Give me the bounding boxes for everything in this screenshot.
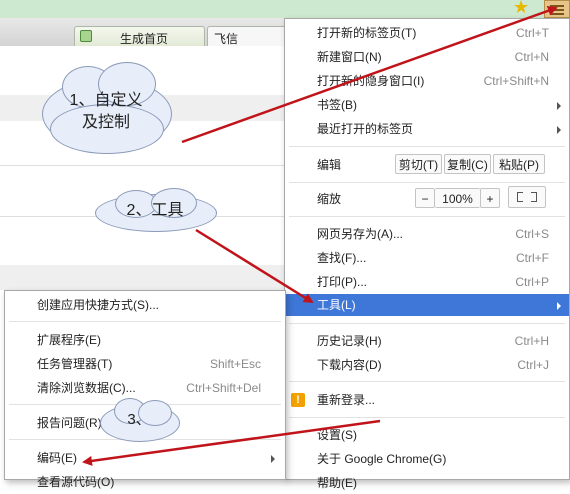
browser-toolbar: ★ — [0, 0, 570, 19]
zoom-in-button[interactable]: + — [480, 188, 500, 208]
customize-control-button[interactable] — [544, 0, 570, 18]
callout-text: 3、 — [127, 411, 151, 428]
menu-separator — [289, 417, 565, 418]
menu-item-sign-in-again[interactable]: ! 重新登录... — [285, 389, 569, 411]
menu-item-label: 扩展程序(E) — [37, 333, 101, 347]
zoom-level: 100% — [435, 188, 480, 208]
callout-text: 2、工具 — [126, 202, 184, 219]
callout-text: 1、自定义 及控制 — [69, 92, 143, 131]
menu-item-label: 创建应用快捷方式(S)... — [37, 298, 159, 312]
menu-separator — [289, 182, 565, 183]
menu-item-label: 工具(L) — [317, 298, 356, 312]
menu-separator — [9, 321, 281, 322]
menu-item-label: 最近打开的标签页 — [317, 122, 414, 136]
tab-fetion[interactable]: 飞信 — [207, 26, 287, 46]
menu-item-label: 编辑 — [317, 158, 342, 172]
menu-item-shortcut: Ctrl+H — [514, 334, 549, 348]
cut-button[interactable]: 剪切(T) — [395, 154, 442, 174]
menu-item-new-tab[interactable]: 打开新的标签页(T) Ctrl+T — [285, 22, 569, 44]
chrome-main-menu: 打开新的标签页(T) Ctrl+T 新建窗口(N) Ctrl+N 打开新的隐身窗… — [284, 18, 570, 490]
tab-label: 飞信 — [214, 32, 239, 46]
fullscreen-button[interactable] — [508, 186, 546, 208]
menu-item-about-chrome[interactable]: 关于 Google Chrome(G) — [285, 448, 569, 470]
tab-generate-home[interactable]: 生成首页 — [74, 26, 205, 46]
menu-item-shortcut: Shift+Esc — [209, 357, 261, 371]
menu-item-label: 重新登录... — [317, 393, 376, 407]
menu-item-new-window[interactable]: 新建窗口(N) Ctrl+N — [285, 46, 569, 68]
zoom-out-button[interactable]: − — [415, 188, 435, 208]
bookmark-star-icon[interactable]: ★ — [513, 0, 529, 17]
menu-item-shortcut: Ctrl+Shift+Del — [186, 381, 261, 395]
menu-row-edit: 编辑 剪切(T) 复制(C) 粘贴(P) — [285, 153, 569, 177]
menu-item-label: 网页另存为(A)... — [317, 227, 403, 241]
menu-item-label: 查找(F)... — [317, 251, 367, 265]
menu-item-label: 书签(B) — [317, 98, 357, 112]
menu-item-task-manager[interactable]: 任务管理器(T) Shift+Esc — [5, 353, 285, 375]
menu-item-shortcut: Ctrl+F — [516, 251, 549, 265]
menu-item-bookmarks[interactable]: 书签(B) — [285, 94, 569, 116]
submenu-arrow-icon — [557, 302, 561, 310]
menu-item-label: 关于 Google Chrome(G) — [317, 452, 447, 466]
menu-separator — [289, 323, 565, 324]
menu-item-settings[interactable]: 设置(S) — [285, 424, 569, 446]
page-divider — [0, 165, 300, 166]
menu-item-label: 打印(P)... — [317, 275, 367, 289]
tools-submenu: 创建应用快捷方式(S)... 扩展程序(E) 任务管理器(T) Shift+Es… — [4, 290, 286, 489]
menu-item-label: 编码(E) — [37, 451, 77, 465]
callout-encoding: 3、 — [100, 398, 180, 444]
callout-tools: 2、工具 — [95, 188, 217, 235]
menu-item-create-shortcut[interactable]: 创建应用快捷方式(S)... — [5, 294, 285, 316]
menu-item-view-source[interactable]: 查看源代码(O) — [5, 471, 285, 493]
menu-item-label: 缩放 — [317, 192, 342, 206]
menu-item-label: 历史记录(H) — [317, 334, 382, 348]
menu-item-downloads[interactable]: 下载内容(D) Ctrl+J — [285, 354, 569, 376]
menu-item-label: 新建窗口(N) — [317, 50, 382, 64]
menu-item-shortcut: Ctrl+T — [516, 26, 549, 40]
menu-item-recent-tabs[interactable]: 最近打开的标签页 — [285, 118, 569, 140]
menu-item-label: 任务管理器(T) — [37, 357, 113, 371]
menu-item-label: 设置(S) — [317, 428, 357, 442]
menu-item-incognito[interactable]: 打开新的隐身窗口(I) Ctrl+Shift+N — [285, 70, 569, 92]
copy-button[interactable]: 复制(C) — [444, 154, 491, 174]
menu-item-shortcut: Ctrl+N — [514, 50, 549, 64]
menu-item-encoding[interactable]: 编码(E) — [5, 447, 285, 469]
menu-item-shortcut: Ctrl+P — [515, 275, 549, 289]
menu-item-label: 查看源代码(O) — [37, 475, 115, 489]
menu-separator — [289, 381, 565, 382]
menu-item-save-page[interactable]: 网页另存为(A)... Ctrl+S — [285, 223, 569, 245]
menu-item-extensions[interactable]: 扩展程序(E) — [5, 329, 285, 351]
warning-icon: ! — [291, 393, 305, 407]
menu-separator — [289, 146, 565, 147]
submenu-arrow-icon — [557, 102, 561, 110]
menu-item-print[interactable]: 打印(P)... Ctrl+P — [285, 271, 569, 293]
menu-item-label: 打开新的隐身窗口(I) — [317, 74, 425, 88]
menu-separator — [289, 216, 565, 217]
page-favicon-icon — [80, 30, 92, 42]
menu-item-shortcut: Ctrl+Shift+N — [483, 74, 549, 88]
menu-item-find[interactable]: 查找(F)... Ctrl+F — [285, 247, 569, 269]
paste-button[interactable]: 粘贴(P) — [493, 154, 545, 174]
menu-item-label: 打开新的标签页(T) — [317, 26, 417, 40]
tab-label: 生成首页 — [120, 32, 169, 46]
menu-item-shortcut: Ctrl+J — [517, 358, 549, 372]
menu-item-label: 下载内容(D) — [317, 358, 382, 372]
menu-item-label: 帮助(E) — [317, 476, 357, 490]
menu-item-clear-browsing-data[interactable]: 清除浏览数据(C)... Ctrl+Shift+Del — [5, 377, 285, 399]
menu-item-history[interactable]: 历史记录(H) Ctrl+H — [285, 330, 569, 352]
page-background-band — [0, 265, 300, 290]
submenu-arrow-icon — [557, 126, 561, 134]
menu-item-tools[interactable]: 工具(L) — [285, 294, 569, 316]
callout-customize-control: 1、自定义 及控制 — [36, 60, 176, 155]
menu-item-help[interactable]: 帮助(E) — [285, 472, 569, 494]
menu-item-label: 清除浏览数据(C)... — [37, 381, 136, 395]
menu-item-shortcut: Ctrl+S — [515, 227, 549, 241]
submenu-arrow-icon — [271, 455, 275, 463]
